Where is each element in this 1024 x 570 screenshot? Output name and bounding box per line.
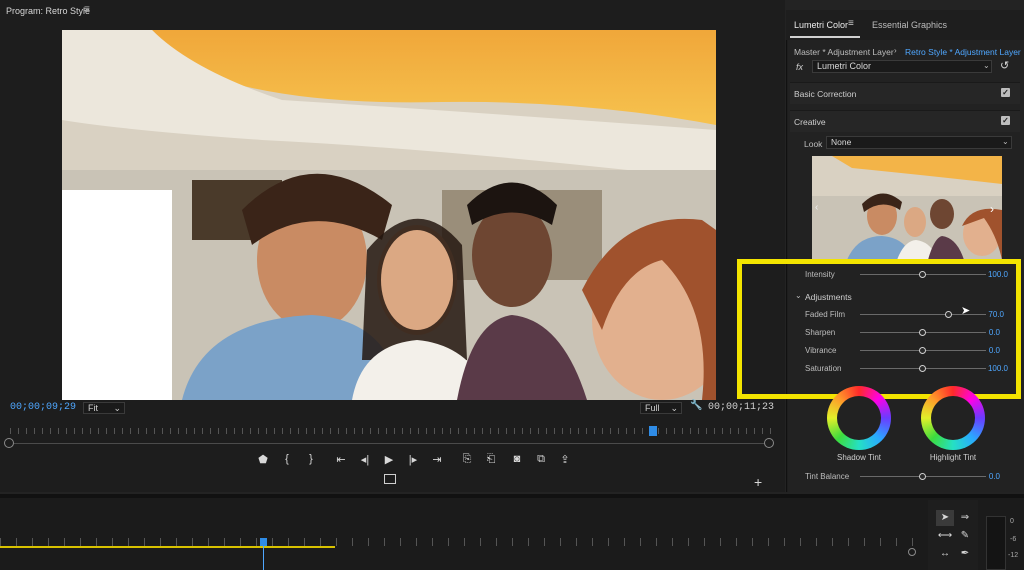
playback-resolution-value: Full: [645, 403, 660, 413]
timeline-playhead[interactable]: [260, 538, 267, 546]
shadow-tint-label: Shadow Tint: [836, 453, 882, 462]
chevron-down-icon: ⌄: [670, 403, 678, 413]
go-to-out-icon: ⇥: [432, 454, 442, 466]
shadow-tint-wheel[interactable]: [827, 386, 891, 450]
duration-timecode: 00;00;11;23: [708, 402, 775, 413]
lift-button[interactable]: ⎘: [458, 453, 476, 466]
meter-label-0: 0: [1010, 518, 1014, 525]
chevron-down-icon: ⌄: [113, 403, 121, 413]
timeline-work-area-bar[interactable]: [0, 546, 335, 548]
selection-tool-icon[interactable]: ➤: [936, 510, 954, 526]
comparison-view-button[interactable]: ⧉: [532, 453, 550, 466]
chevron-down-icon: ⌄: [1002, 137, 1009, 146]
tint-balance-value[interactable]: 0.0: [976, 472, 1000, 481]
program-monitor-header: [0, 0, 785, 22]
step-back-icon: ◂|: [360, 454, 370, 466]
active-clip-label[interactable]: Retro Style * Adjustment Layer: [905, 47, 1021, 57]
zoom-scroll-left-handle[interactable]: [4, 438, 14, 448]
section-basic-correction-label: Basic Correction: [794, 89, 857, 99]
tutorial-highlight-box: [737, 259, 1021, 399]
extract-button[interactable]: ⎗: [482, 453, 500, 466]
look-preview-thumbnail: [812, 156, 1002, 260]
timeline-ruler[interactable]: [0, 538, 920, 546]
highlight-tint-label: Highlight Tint: [929, 453, 977, 462]
play-icon: ▶: [384, 454, 394, 466]
section-creative-label: Creative: [794, 117, 826, 127]
lift-icon: ⎘: [462, 453, 472, 465]
highlight-tint-wheel-center[interactable]: [931, 396, 975, 440]
zoom-level-value: Fit: [88, 403, 98, 413]
tools-panel: ➤ ⇒ ⟷ ✎ ↔ ✒: [928, 500, 978, 570]
playback-resolution-select[interactable]: Full ⌄: [640, 402, 682, 414]
chevron-down-icon: ⌄: [983, 61, 990, 70]
comparison-view-icon: ⧉: [537, 453, 545, 465]
play-button[interactable]: ▶: [380, 453, 398, 466]
basic-correction-checkbox[interactable]: ✓: [1001, 88, 1010, 97]
track-select-tool-icon[interactable]: ⇒: [956, 510, 974, 526]
highlight-tint-wheel[interactable]: [921, 386, 985, 450]
tab-lumetri-color[interactable]: Lumetri Color: [794, 20, 848, 30]
look-select-value: None: [831, 137, 852, 147]
fx-badge[interactable]: fx: [796, 62, 803, 72]
ripple-edit-tool-icon[interactable]: ⟷: [936, 528, 954, 544]
share-button[interactable]: ⇪: [556, 453, 574, 466]
zoom-level-select[interactable]: Fit ⌄: [83, 402, 125, 414]
video-frame: [62, 30, 716, 400]
monitor-playhead[interactable]: [649, 426, 657, 436]
program-monitor-title[interactable]: Program: Retro Style: [6, 6, 90, 16]
go-to-in-icon: ⇤: [336, 454, 346, 466]
go-to-in-button[interactable]: ⇤: [332, 453, 350, 466]
tint-balance-label: Tint Balance: [805, 472, 850, 481]
chevron-right-icon[interactable]: ›: [990, 202, 994, 216]
audio-meter: [986, 516, 1006, 570]
zoom-scroll-right-handle[interactable]: [764, 438, 774, 448]
step-forward-button[interactable]: |▸: [404, 453, 422, 466]
marker-icon: ⬟: [258, 454, 268, 466]
pen-tool-icon[interactable]: ✒: [956, 546, 974, 562]
effect-select-value: Lumetri Color: [817, 61, 872, 71]
shadow-tint-wheel-center[interactable]: [837, 396, 881, 440]
step-forward-icon: |▸: [408, 454, 418, 466]
slip-tool-icon[interactable]: ↔: [936, 546, 954, 562]
export-frame-button[interactable]: ◙: [508, 453, 526, 465]
meter-label-6: -6: [1010, 536, 1017, 543]
look-preview-image: [812, 156, 1002, 260]
effect-select[interactable]: Lumetri Color: [812, 60, 992, 73]
master-clip-label[interactable]: Master * Adjustment Layer: [794, 47, 894, 57]
hamburger-icon[interactable]: ≡: [84, 4, 90, 15]
monitor-time-ruler[interactable]: [10, 428, 772, 434]
step-back-button[interactable]: ◂|: [356, 453, 374, 466]
tint-balance-slider-handle[interactable]: [919, 473, 926, 480]
mark-out-button[interactable]: }: [302, 453, 320, 465]
mouse-cursor-icon: ➤: [961, 305, 971, 317]
safe-margins-icon[interactable]: [384, 474, 396, 484]
meter-label-12: -12: [1008, 552, 1019, 559]
wrench-icon[interactable]: 🔧: [690, 400, 702, 411]
timeline-panel: [0, 494, 1024, 570]
active-tab-indicator: [790, 36, 860, 38]
panel-divider[interactable]: [0, 494, 1024, 498]
go-to-out-button[interactable]: ⇥: [428, 453, 446, 466]
chevron-left-icon[interactable]: ‹: [815, 202, 818, 213]
camera-icon: ◙: [513, 453, 521, 465]
share-icon: ⇪: [560, 454, 570, 466]
look-select[interactable]: None: [826, 136, 1012, 149]
reset-icon[interactable]: ↺: [1000, 59, 1009, 72]
timeline-scroll-handle[interactable]: [908, 548, 916, 556]
hamburger-icon[interactable]: ≡: [848, 18, 854, 29]
tab-essential-graphics[interactable]: Essential Graphics: [872, 20, 947, 30]
zoom-scrollbar[interactable]: [14, 443, 764, 444]
creative-checkbox[interactable]: ✓: [1001, 116, 1010, 125]
chevron-right-icon: ›: [894, 46, 897, 55]
video-frame-image: [62, 30, 716, 400]
razor-tool-icon[interactable]: ✎: [956, 528, 974, 544]
current-timecode[interactable]: 00;00;09;29: [10, 402, 76, 413]
extract-icon: ⎗: [486, 453, 496, 465]
mark-in-button[interactable]: {: [278, 453, 296, 465]
button-editor-add-icon[interactable]: +: [754, 474, 762, 490]
add-marker-button[interactable]: ⬟: [254, 453, 272, 466]
look-label: Look: [804, 139, 823, 149]
timeline-playhead-line: [263, 546, 264, 570]
